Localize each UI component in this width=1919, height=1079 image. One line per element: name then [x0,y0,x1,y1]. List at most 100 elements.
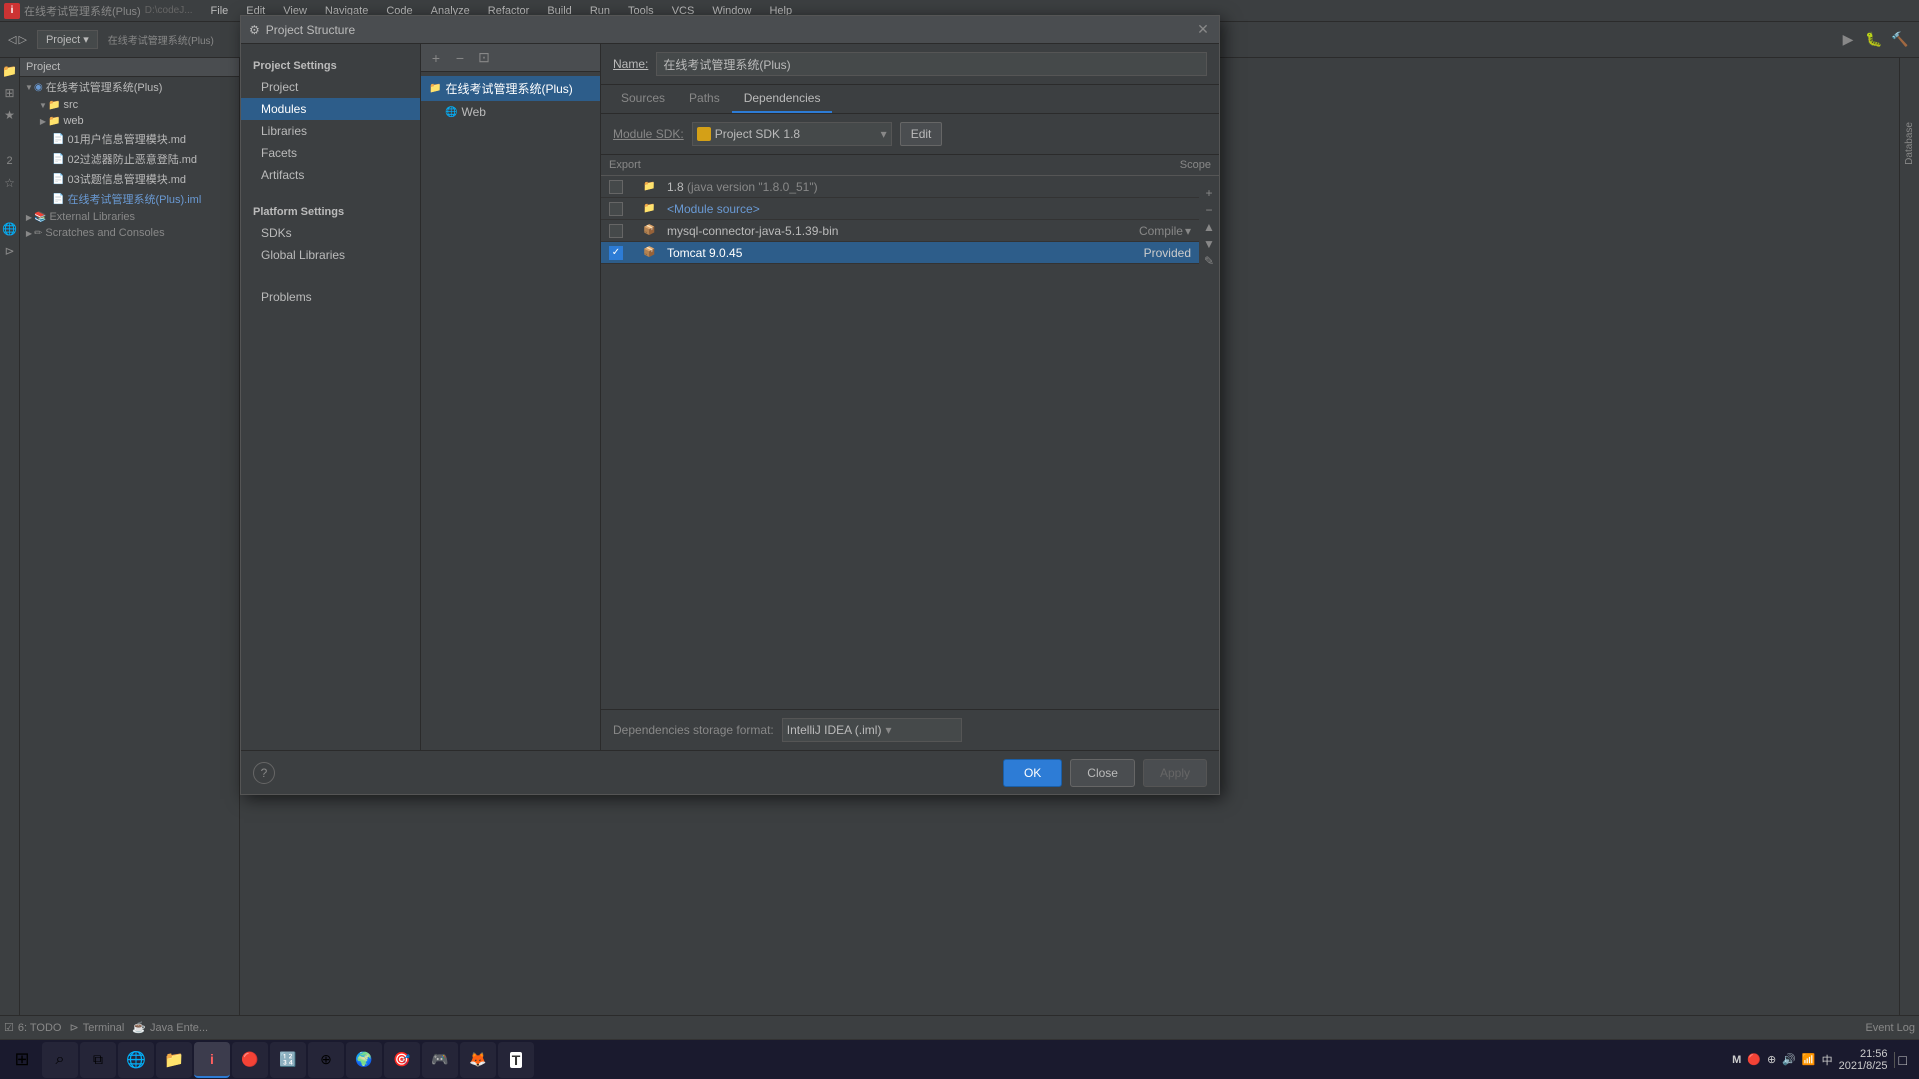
dep-checkbox-mysql[interactable] [609,224,623,238]
nav-item-libraries[interactable]: Libraries [241,120,420,142]
project-tree-panel: Project ▼ ◉ 在线考试管理系统(Plus) ▼ 📁 src ▶ 📁 w… [20,58,240,1049]
app5-icon: 🎮 [431,1051,448,1068]
taskbar-search[interactable]: ⌕ [42,1042,78,1078]
build-btn[interactable]: 🔨 [1889,29,1911,51]
terminal-tab[interactable]: ⊳ Terminal [69,1021,124,1034]
nav-item-artifacts[interactable]: Artifacts [241,164,420,186]
start-button[interactable]: ⊞ [4,1042,40,1078]
run-btn[interactable]: ▶ [1837,29,1859,51]
tree-item-iml[interactable]: 📄 在线考试管理系统(Plus).iml [20,189,239,209]
dep-name-module: <Module source> [667,202,1087,216]
tree-item-web[interactable]: ▶ 📁 web [20,113,239,129]
menu-file[interactable]: File [203,3,237,19]
nav-back-btn[interactable]: ◁ [8,33,16,46]
dep-up-btn[interactable]: ▲ [1201,219,1217,235]
taskbar-edge[interactable]: 🌐 [118,1042,154,1078]
taskbar-app2[interactable]: 🔴 [232,1042,268,1078]
taskbar-app5[interactable]: 🎮 [422,1042,458,1078]
tree-item-root[interactable]: ▼ ◉ 在线考试管理系统(Plus) [20,77,239,97]
dep-export-tomcat: ✓ [609,246,639,260]
remove-module-btn[interactable]: − [449,47,471,69]
nav-item-global-libs[interactable]: Global Libraries [241,244,420,266]
tab-dependencies[interactable]: Dependencies [732,85,833,113]
project-icon[interactable]: 📁 [1,62,19,80]
taskbar-app4[interactable]: 🎯 [384,1042,420,1078]
help-button[interactable]: ? [253,762,275,784]
dep-row-tomcat[interactable]: ✓ 📦 Tomcat 9.0.45 Provided [601,242,1199,264]
tree-item-file2[interactable]: 📄 02过滤器防止恶意登陆.md [20,149,239,169]
apply-button[interactable]: Apply [1143,759,1207,787]
file2-label: 02过滤器防止恶意登陆.md [67,151,197,167]
dep-checkbox-tomcat[interactable]: ✓ [609,246,623,260]
sdk-select[interactable]: Project SDK 1.8 ▾ [692,122,892,146]
taskbar-app3[interactable]: ⊕ [308,1042,344,1078]
event-log-link[interactable]: Event Log [1865,1022,1915,1034]
taskbar-taskview[interactable]: ⧉ [80,1042,116,1078]
module-tree-main[interactable]: 📁 在线考试管理系统(Plus) [421,76,600,101]
tab-paths[interactable]: Paths [677,85,732,113]
dep-checkbox-jdk[interactable] [609,180,623,194]
database-icon[interactable]: Database [1904,122,1915,168]
project-combo[interactable]: Project ▾ [37,30,98,49]
ok-button[interactable]: OK [1003,759,1062,787]
taskbar-intellij[interactable]: i [194,1042,230,1078]
dep-edit-btn[interactable]: ✎ [1201,253,1217,269]
dialog-close-button[interactable]: ✕ [1195,22,1211,38]
dep-add-btn[interactable]: + [1201,185,1217,201]
tree-item-external-libs[interactable]: ▶ 📚 External Libraries [20,209,239,225]
compile-scope[interactable]: Compile ▾ [1091,224,1191,238]
nav-item-problems[interactable]: Problems [241,286,420,308]
storage-select[interactable]: IntelliJ IDEA (.iml) ▾ [782,718,962,742]
nav-item-modules[interactable]: Modules [241,98,420,120]
dep-down-btn[interactable]: ▼ [1201,236,1217,252]
taskbar-calculator[interactable]: 🔢 [270,1042,306,1078]
tree-item-file1[interactable]: 📄 01用户信息管理模块.md [20,129,239,149]
taskbar-chrome[interactable]: 🌍 [346,1042,382,1078]
close-button[interactable]: Close [1070,759,1135,787]
tree-item-scratches[interactable]: ▶ ✏ Scratches and Consoles [20,225,239,241]
java-ente-tab[interactable]: ☕ Java Ente... [132,1021,208,1034]
add-module-btn[interactable]: + [425,47,447,69]
compile-label: Compile [1139,224,1183,238]
idea-logo: i [4,3,20,19]
taskbar-typora[interactable]: T [498,1042,534,1078]
expand-src-arrow: ▼ [38,100,48,110]
favorites-icon[interactable]: ★ [1,106,19,124]
favorites2-icon[interactable]: 2 [1,152,19,170]
tree-item-file3[interactable]: 📄 03试题信息管理模块.md [20,169,239,189]
nav-item-sdks[interactable]: SDKs [241,222,420,244]
nav-item-facets[interactable]: Facets [241,142,420,164]
web-icon[interactable]: 🌐 [1,220,19,238]
nav-item-project[interactable]: Project [241,76,420,98]
nav-forward-btn[interactable]: ▷ [18,33,26,46]
module-tree: 📁 在线考试管理系统(Plus) 🌐 Web [421,72,600,750]
terminal-label: Terminal [83,1022,125,1034]
terminal-icon-left[interactable]: ⊳ [1,242,19,260]
tab-sources[interactable]: Sources [609,85,677,113]
taskview-icon: ⧉ [93,1051,103,1068]
show-desktop-btn[interactable]: □ [1894,1052,1907,1068]
project-label: Project [26,61,60,73]
taskbar-firefox[interactable]: 🦊 [460,1042,496,1078]
tree-item-src[interactable]: ▼ 📁 src [20,97,239,113]
copy-module-btn[interactable]: ⊡ [473,47,495,69]
terminal-icon-bottom: ⊳ [69,1021,78,1034]
dep-row-jdk[interactable]: 📁 1.8 (java version "1.8.0_51") [601,176,1199,198]
tray-volume-icon[interactable]: 🔊 [1782,1053,1796,1066]
name-input[interactable] [656,52,1207,76]
name-row: Name: [601,44,1219,85]
star-icon[interactable]: ☆ [1,174,19,192]
dep-row-mysql[interactable]: 📦 mysql-connector-java-5.1.39-bin Compil… [601,220,1199,242]
dep-remove-btn[interactable]: − [1201,202,1217,218]
todo-tab[interactable]: ☑ 6: TODO [4,1021,61,1034]
taskbar-explorer[interactable]: 📁 [156,1042,192,1078]
module-tree-web[interactable]: 🌐 Web [421,101,600,123]
debug-btn[interactable]: 🐛 [1863,29,1885,51]
dep-checkbox-module[interactable] [609,202,623,216]
file1-icon: 📄 [52,134,64,145]
sdk-edit-button[interactable]: Edit [900,122,943,146]
dep-content: 📁 1.8 (java version "1.8.0_51") 📁 [601,176,1219,264]
dep-export-module [609,202,639,216]
dep-row-module-source[interactable]: 📁 <Module source> [601,198,1199,220]
structure-icon[interactable]: ⊞ [1,84,19,102]
